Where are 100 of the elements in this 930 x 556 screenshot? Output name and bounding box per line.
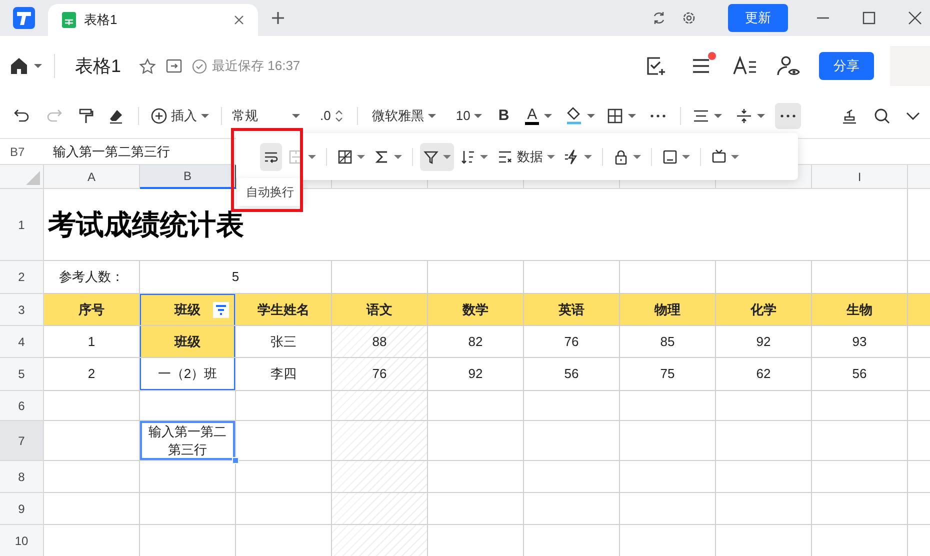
checklist-add-icon[interactable]: [645, 55, 667, 77]
caret-icon: [480, 154, 488, 160]
maximize-icon[interactable]: [862, 11, 876, 25]
table-cell: 76: [524, 326, 620, 358]
font-dropdown[interactable]: 微软雅黑: [372, 106, 436, 126]
data-tools-button[interactable]: 数据: [494, 142, 558, 170]
document-tab[interactable]: 表格1: [48, 4, 258, 36]
add-tab-icon[interactable]: [271, 11, 285, 25]
stepper-icon[interactable]: [334, 109, 343, 123]
column-heading: 学生姓名: [236, 294, 332, 326]
fill-color-icon[interactable]: [566, 107, 582, 125]
caret-icon[interactable]: [714, 113, 722, 119]
row-header[interactable]: 9: [0, 493, 44, 525]
eraser-icon[interactable]: [108, 108, 124, 124]
caret-icon[interactable]: [34, 63, 42, 69]
undo-icon[interactable]: [14, 108, 30, 124]
filter-icon: [423, 148, 439, 164]
update-button[interactable]: 更新: [728, 4, 788, 32]
caret-icon: [443, 154, 451, 160]
caret-icon: [428, 113, 436, 119]
wrap-text-button[interactable]: [260, 142, 282, 170]
spreadsheet-icon: [62, 12, 76, 28]
number-format-dropdown[interactable]: 常规: [232, 106, 300, 126]
document-title: 表格1: [75, 54, 122, 78]
caret-icon: [682, 154, 690, 160]
star-icon[interactable]: [139, 58, 156, 74]
close-icon[interactable]: [234, 15, 244, 25]
insert-button[interactable]: 插入: [151, 106, 209, 126]
caret-icon[interactable]: [757, 113, 766, 119]
freeze-panes-icon: [662, 148, 678, 164]
caret-icon: [201, 113, 209, 119]
column-heading: 数学: [428, 294, 524, 326]
fill-handle[interactable]: [232, 457, 239, 464]
bold-button[interactable]: B: [498, 104, 510, 128]
monitor-icon: [711, 148, 727, 164]
formula-input[interactable]: 输入第一第二第三行: [53, 142, 170, 162]
move-to-folder-icon[interactable]: [166, 59, 182, 73]
save-status: 最近保存 16:37: [212, 57, 300, 76]
caret-icon: [308, 154, 316, 160]
more-icon[interactable]: [650, 114, 666, 118]
chevron-down-icon[interactable]: [906, 112, 920, 120]
row-header[interactable]: 1: [0, 189, 44, 261]
table-cell: 92: [428, 358, 524, 391]
data-tools-icon: [497, 148, 513, 164]
row-header[interactable]: 2: [0, 261, 44, 294]
sync-icon[interactable]: [652, 11, 666, 25]
column-header[interactable]: A: [44, 165, 140, 189]
column-header[interactable]: I: [812, 165, 908, 189]
table-cell: 82: [428, 326, 524, 358]
insert-label: 插入: [171, 107, 197, 126]
home-icon[interactable]: [10, 57, 28, 75]
borders-icon[interactable]: [607, 108, 624, 124]
table-cell: 56: [812, 358, 908, 391]
caret-icon[interactable]: [544, 113, 552, 119]
table-cell: 5: [140, 261, 332, 294]
cell-reference: B7: [9, 144, 26, 160]
caret-icon[interactable]: [628, 113, 636, 119]
format-painter-icon[interactable]: [78, 108, 94, 124]
search-icon[interactable]: [874, 108, 890, 124]
table-cell: 张三: [236, 326, 332, 358]
row-header[interactable]: 3: [0, 294, 44, 326]
stamp-icon[interactable]: [841, 108, 858, 124]
caret-icon[interactable]: [587, 113, 596, 119]
table-cell: 2: [44, 358, 140, 391]
caret-icon: [292, 113, 300, 119]
row-header[interactable]: 10: [0, 525, 44, 556]
table-cell: 输入第一第二第三行: [140, 421, 236, 461]
font-size-dropdown[interactable]: 10: [456, 106, 482, 126]
decimal-places-button[interactable]: .0: [320, 106, 331, 126]
column-heading: 英语: [524, 294, 620, 326]
row-header[interactable]: 5: [0, 358, 44, 391]
column-heading: 物理: [620, 294, 716, 326]
filter-icon: [215, 304, 227, 316]
close-icon[interactable]: [908, 11, 922, 25]
font-color-button[interactable]: A: [527, 107, 538, 122]
row-header[interactable]: 4: [0, 326, 44, 358]
vertical-align-icon[interactable]: [736, 108, 752, 124]
settings-icon[interactable]: [682, 11, 696, 25]
table-cell: 93: [812, 326, 908, 358]
table-cell: 1: [44, 326, 140, 358]
table-cell: 56: [524, 358, 620, 391]
lightning-icon: [564, 148, 580, 164]
row-header[interactable]: 7: [0, 421, 44, 461]
column-heading: 班级: [174, 300, 200, 318]
table-cell: 班级: [140, 326, 236, 358]
share-button[interactable]: 分享: [819, 52, 874, 80]
text-format-icon[interactable]: [733, 56, 757, 76]
table-cell: 一（2）班: [140, 358, 236, 391]
column-heading: 生物: [812, 294, 908, 326]
table-cell: 76: [332, 358, 428, 391]
row-header[interactable]: 8: [0, 461, 44, 493]
more-button[interactable]: [775, 103, 802, 129]
row-header[interactable]: 6: [0, 391, 44, 421]
menu-icon[interactable]: [691, 56, 711, 76]
person-view-icon[interactable]: [777, 55, 801, 77]
column-header[interactable]: B: [140, 165, 236, 189]
font-name: 微软雅黑: [372, 107, 424, 126]
filter-button[interactable]: [420, 142, 454, 170]
align-icon[interactable]: [693, 109, 710, 123]
number-format-value: 常规: [232, 107, 258, 126]
